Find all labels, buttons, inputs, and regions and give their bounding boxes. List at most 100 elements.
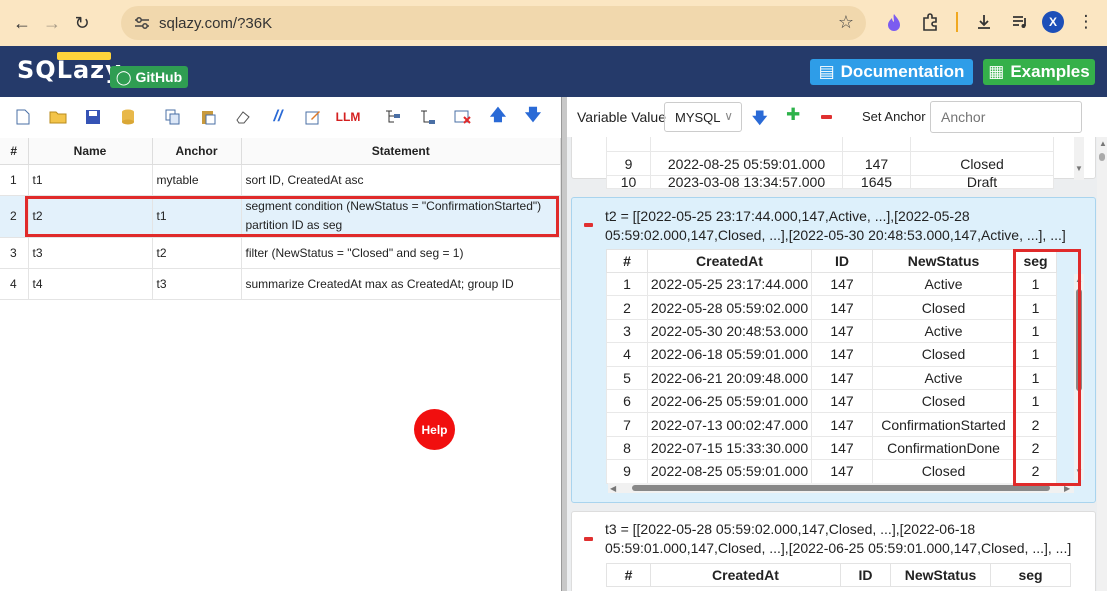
table-row[interactable]: 8 2022-07-15 15:33:30.000 147 ConfirmationD… [606, 435, 1057, 461]
row-anchor[interactable]: t2 [152, 237, 242, 269]
open-folder-icon[interactable] [47, 106, 69, 128]
table-row[interactable]: 7 2022-07-13 00:02:47.000 147 ConfirmationS… [606, 412, 1057, 437]
row-anchor[interactable]: t3 [152, 268, 242, 300]
table-row[interactable]: 1 t1 mytable sort ID, CreatedAt asc [0, 164, 561, 196]
profile-avatar[interactable]: X [1042, 11, 1064, 33]
table-row[interactable]: 10 2023-03-08 13:34:57.000 1645 Draft [606, 174, 1054, 189]
url-text[interactable]: sqlazy.com/?36K [159, 15, 272, 32]
download-icon[interactable] [970, 8, 998, 36]
sqlazy-logo[interactable]: SQLazy [17, 52, 122, 84]
collapse-minus-icon[interactable] [584, 537, 593, 541]
delete-row-icon[interactable] [452, 106, 474, 128]
col-header-seg[interactable]: seg [990, 563, 1071, 587]
table-row[interactable]: 1 2022-05-25 23:17:44.000 147 Active 1 [606, 271, 1057, 297]
table-row[interactable]: 9 2022-08-25 05:59:01.000 147 Closed [606, 151, 1054, 176]
t2-horizontal-scroll-thumb[interactable] [632, 485, 1050, 491]
col-header-name[interactable]: Name [28, 138, 153, 165]
download-arrow-icon[interactable]: 🡇 [752, 108, 767, 133]
browser-menu-icon[interactable]: ⋮ [1072, 8, 1100, 36]
address-bar[interactable]: sqlazy.com/?36K ☆ [121, 6, 866, 40]
row-statement[interactable]: summarize CreatedAt max as CreatedAt; gr… [241, 268, 561, 300]
forward-arrow-icon[interactable]: → [37, 8, 67, 38]
move-down-arrow-icon[interactable]: 🡇 [522, 106, 544, 128]
col-header-num[interactable]: # [606, 563, 651, 587]
scroll-down-arrow-icon[interactable]: ▼ [1075, 164, 1083, 173]
col-header-newstatus[interactable]: NewStatus [872, 249, 1015, 273]
table-row[interactable]: 2 2022-05-28 05:59:02.000 147 Closed 1 [606, 295, 1057, 320]
scroll-up-arrow-icon[interactable]: ▲ [1075, 275, 1083, 284]
save-icon[interactable] [82, 106, 104, 128]
new-file-icon[interactable] [12, 106, 34, 128]
scroll-up-arrow-icon[interactable]: ▲ [1099, 139, 1107, 148]
extensions-puzzle-icon[interactable] [916, 8, 944, 36]
table-row[interactable]: 4 2022-06-18 05:59:01.000 147 Closed 1 [606, 342, 1057, 367]
examples-button[interactable]: ▦ Examples [983, 59, 1095, 85]
help-button[interactable]: Help [414, 409, 455, 450]
move-up-arrow-icon[interactable]: 🡅 [487, 106, 509, 128]
row-name[interactable]: t1 [28, 164, 153, 196]
col-header-createdat[interactable]: CreatedAt [650, 563, 841, 587]
comment-slashes-icon[interactable]: // [267, 106, 289, 128]
row-anchor[interactable]: t1 [152, 195, 242, 238]
results-scroll-thumb[interactable] [1099, 153, 1105, 161]
outdent-tree-icon[interactable] [417, 106, 439, 128]
table-row[interactable]: 6 2022-06-25 05:59:01.000 147 Closed 1 [606, 388, 1057, 414]
row-name[interactable]: t3 [28, 237, 153, 269]
results-vertical-scrollbar[interactable]: ▲ [1097, 137, 1107, 591]
col-header-anchor[interactable]: Anchor [152, 138, 242, 165]
t2-result-card[interactable]: t2 = [[2022-05-25 23:17:44.000,147,Activ… [571, 197, 1096, 503]
results-scroll-area[interactable]: 9 2022-08-25 05:59:01.000 147 Closed 10 … [567, 137, 1107, 591]
t2-result-table: # CreatedAt ID NewStatus seg 1 2022-05-25… [606, 249, 1057, 484]
table-row[interactable]: 5 2022-06-21 20:09:48.000 147 Active 1 [606, 365, 1057, 390]
github-button[interactable]: ◯ GitHub [110, 66, 188, 88]
add-plus-icon[interactable]: ✚ [786, 105, 800, 125]
copy-icon[interactable] [162, 106, 184, 128]
database-icon[interactable] [117, 106, 139, 128]
t3-result-table: # CreatedAt ID NewStatus seg [606, 563, 1071, 587]
reload-icon[interactable]: ↻ [67, 8, 97, 38]
col-header-num[interactable]: # [606, 249, 648, 273]
set-anchor-label[interactable]: Set Anchor [862, 109, 926, 124]
table-row-selected[interactable]: 2 t2 t1 segment condition (NewStatus = "… [0, 195, 561, 238]
col-header-createdat[interactable]: CreatedAt [647, 249, 812, 273]
t2-horizontal-scrollbar[interactable]: ◀ ▶ [608, 483, 1074, 493]
row-statement[interactable]: filter (NewStatus = "Closed" and seg = 1… [241, 237, 561, 269]
col-header-statement[interactable]: Statement [241, 138, 561, 165]
scroll-right-arrow-icon[interactable]: ▶ [1064, 484, 1070, 493]
table-row[interactable]: 4 t4 t3 summarize CreatedAt max as Creat… [0, 268, 561, 300]
remove-minus-icon[interactable] [821, 106, 832, 123]
media-queue-icon[interactable] [1006, 8, 1034, 36]
table-row[interactable]: 3 t3 t2 filter (NewStatus = "Closed" and… [0, 237, 561, 269]
indent-tree-icon[interactable] [382, 106, 404, 128]
extension-flame-icon[interactable] [880, 8, 908, 36]
collapse-minus-icon[interactable] [584, 223, 593, 227]
eraser-icon[interactable] [232, 106, 254, 128]
back-arrow-icon[interactable]: ← [7, 8, 37, 38]
t3-result-card[interactable]: t3 = [[2022-05-28 05:59:02.000,147,Close… [571, 511, 1096, 591]
edit-icon[interactable] [302, 106, 324, 128]
scroll-down-arrow-icon[interactable]: ▼ [1075, 467, 1083, 476]
database-dialect-select[interactable]: MYSQL ∨ [664, 102, 742, 132]
documentation-button[interactable]: ▤ Documentation [810, 59, 973, 85]
anchor-input[interactable] [930, 101, 1082, 133]
col-header-newstatus[interactable]: NewStatus [890, 563, 991, 587]
bookmark-star-icon[interactable]: ☆ [838, 12, 854, 33]
col-header-seg[interactable]: seg [1014, 249, 1057, 273]
row-statement[interactable]: segment condition (NewStatus = "Confirma… [241, 195, 561, 238]
row-name[interactable]: t2 [28, 195, 153, 238]
col-header-id[interactable]: ID [811, 249, 873, 273]
row-anchor[interactable]: mytable [152, 164, 242, 196]
paste-icon[interactable] [197, 106, 219, 128]
llm-button[interactable]: LLM [336, 106, 361, 128]
row-statement[interactable]: sort ID, CreatedAt asc [241, 164, 561, 196]
col-header-num[interactable]: # [0, 138, 29, 165]
t2-vertical-scrollbar[interactable]: ▲ ▼ [1074, 274, 1084, 480]
row-name[interactable]: t4 [28, 268, 153, 300]
t1-table-scrollbar[interactable]: ▼ [1074, 137, 1084, 180]
col-header-id[interactable]: ID [840, 563, 891, 587]
table-row[interactable]: 3 2022-05-30 20:48:53.000 147 Active 1 [606, 318, 1057, 344]
scroll-left-arrow-icon[interactable]: ◀ [610, 484, 616, 493]
site-settings-icon[interactable] [131, 12, 153, 34]
table-row[interactable]: 9 2022-08-25 05:59:01.000 147 Closed 2 [606, 459, 1057, 484]
t2-vertical-scroll-thumb[interactable] [1076, 289, 1082, 391]
